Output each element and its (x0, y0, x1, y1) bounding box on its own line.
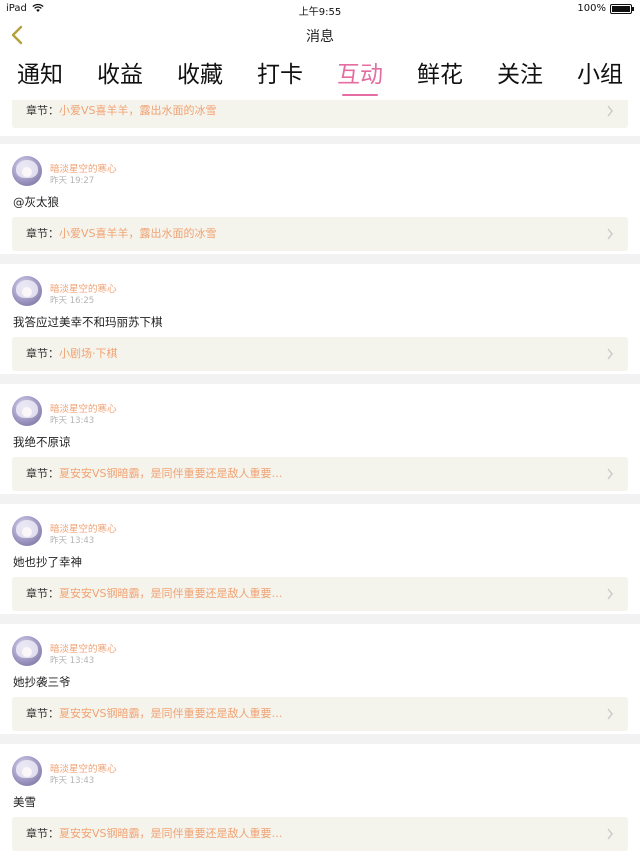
avatar[interactable] (12, 636, 42, 666)
page-title: 消息 (306, 29, 334, 45)
chapter-link[interactable]: 章节：夏安安VS钢暗霸，是同伴重要还是敌人重要… (12, 697, 628, 731)
chapter-link[interactable]: 章节：小爱VS喜羊羊，露出水面的冰雪 (12, 217, 628, 251)
avatar[interactable] (12, 396, 42, 426)
list-item: 暗淡星空的寒心 昨天 13:43 美雪 章节：夏安安VS钢暗霸，是同伴重要还是敌… (0, 744, 640, 853)
chapter-prefix: 章节： (26, 227, 59, 240)
chevron-right-icon (607, 588, 613, 600)
chapter-link[interactable]: 章节：夏安安VS钢暗霸，是同伴重要还是敌人重要… (12, 817, 628, 851)
chevron-right-icon (607, 348, 613, 360)
timestamp: 昨天 19:27 (50, 176, 95, 186)
chevron-right-icon (607, 105, 613, 117)
list-item: 暗淡星空的寒心 昨天 19:27 @灰太狼 章节：小爱VS喜羊羊，露出水面的冰雪 (0, 144, 640, 254)
avatar[interactable] (12, 156, 42, 186)
message-content: 她抄袭三爷 (13, 675, 71, 689)
list-item: 章节：小爱VS喜羊羊，露出水面的冰雪 (0, 100, 640, 136)
chapter-name: 夏安安VS钢暗霸，是同伴重要还是敌人重要… (59, 467, 283, 480)
chapter-prefix: 章节： (26, 104, 59, 117)
username[interactable]: 暗淡星空的寒心 (50, 761, 117, 775)
avatar[interactable] (12, 756, 42, 786)
message-list[interactable]: 章节：小爱VS喜羊羊，露出水面的冰雪 暗淡星空的寒心 昨天 19:27 @灰太狼… (0, 100, 640, 853)
chapter-link[interactable]: 章节：小爱VS喜羊羊，露出水面的冰雪 (12, 100, 628, 128)
chapter-prefix: 章节： (26, 707, 59, 720)
message-content: 美雪 (13, 795, 36, 809)
chapter-name: 小爱VS喜羊羊，露出水面的冰雪 (59, 104, 217, 117)
username[interactable]: 暗淡星空的寒心 (50, 521, 117, 535)
tab-favorites[interactable]: 收藏 (160, 52, 240, 100)
chapter-link[interactable]: 章节：夏安安VS钢暗霸，是同伴重要还是敌人重要… (12, 577, 628, 611)
chapter-prefix: 章节： (26, 827, 59, 840)
message-content: 我绝不原谅 (13, 435, 71, 449)
chapter-prefix: 章节： (26, 587, 59, 600)
tab-following[interactable]: 关注 (480, 52, 560, 100)
status-bar: iPad 上午9:55 100% (0, 0, 640, 18)
list-item: 暗淡星空的寒心 昨天 16:25 我答应过美幸不和玛丽苏下棋 章节：小剧场·下棋 (0, 264, 640, 374)
timestamp: 昨天 16:25 (50, 296, 95, 306)
chapter-name: 小爱VS喜羊羊，露出水面的冰雪 (59, 227, 217, 240)
timestamp: 昨天 13:43 (50, 536, 95, 546)
list-item: 暗淡星空的寒心 昨天 13:43 她也抄了幸神 章节：夏安安VS钢暗霸，是同伴重… (0, 504, 640, 614)
timestamp: 昨天 13:43 (50, 776, 95, 786)
chapter-name: 夏安安VS钢暗霸，是同伴重要还是敌人重要… (59, 587, 283, 600)
avatar[interactable] (12, 276, 42, 306)
tab-checkin[interactable]: 打卡 (240, 52, 320, 100)
chevron-right-icon (607, 228, 613, 240)
tab-earnings[interactable]: 收益 (80, 52, 160, 100)
message-content: 我答应过美幸不和玛丽苏下棋 (13, 315, 163, 329)
chapter-link[interactable]: 章节：夏安安VS钢暗霸，是同伴重要还是敌人重要… (12, 457, 628, 491)
chapter-name: 夏安安VS钢暗霸，是同伴重要还是敌人重要… (59, 827, 283, 840)
battery-percent: 100% (577, 3, 606, 14)
tab-bar: 通知 收益 收藏 打卡 互动 鲜花 关注 小组 (0, 52, 640, 100)
chapter-name: 夏安安VS钢暗霸，是同伴重要还是敌人重要… (59, 707, 283, 720)
battery-icon (610, 4, 634, 14)
list-item: 暗淡星空的寒心 昨天 13:43 她抄袭三爷 章节：夏安安VS钢暗霸，是同伴重要… (0, 624, 640, 734)
clock: 上午9:55 (298, 7, 342, 18)
chapter-name: 小剧场·下棋 (59, 347, 118, 360)
tab-notifications[interactable]: 通知 (0, 52, 80, 100)
timestamp: 昨天 13:43 (50, 656, 95, 666)
username[interactable]: 暗淡星空的寒心 (50, 641, 117, 655)
username[interactable]: 暗淡星空的寒心 (50, 281, 117, 295)
chevron-right-icon (607, 708, 613, 720)
chapter-prefix: 章节： (26, 347, 59, 360)
chevron-right-icon (607, 828, 613, 840)
navigation-bar: 消息 (0, 18, 640, 52)
tab-flowers[interactable]: 鲜花 (400, 52, 480, 100)
chevron-right-icon (607, 468, 613, 480)
list-item: 暗淡星空的寒心 昨天 13:43 我绝不原谅 章节：夏安安VS钢暗霸，是同伴重要… (0, 384, 640, 494)
message-content: @灰太狼 (13, 195, 59, 209)
message-content: 她也抄了幸神 (13, 555, 82, 569)
avatar[interactable] (12, 516, 42, 546)
tab-groups[interactable]: 小组 (560, 52, 640, 100)
tab-interactions[interactable]: 互动 (320, 52, 400, 100)
username[interactable]: 暗淡星空的寒心 (50, 161, 117, 175)
username[interactable]: 暗淡星空的寒心 (50, 401, 117, 415)
timestamp: 昨天 13:43 (50, 416, 95, 426)
chapter-prefix: 章节： (26, 467, 59, 480)
chapter-link[interactable]: 章节：小剧场·下棋 (12, 337, 628, 371)
